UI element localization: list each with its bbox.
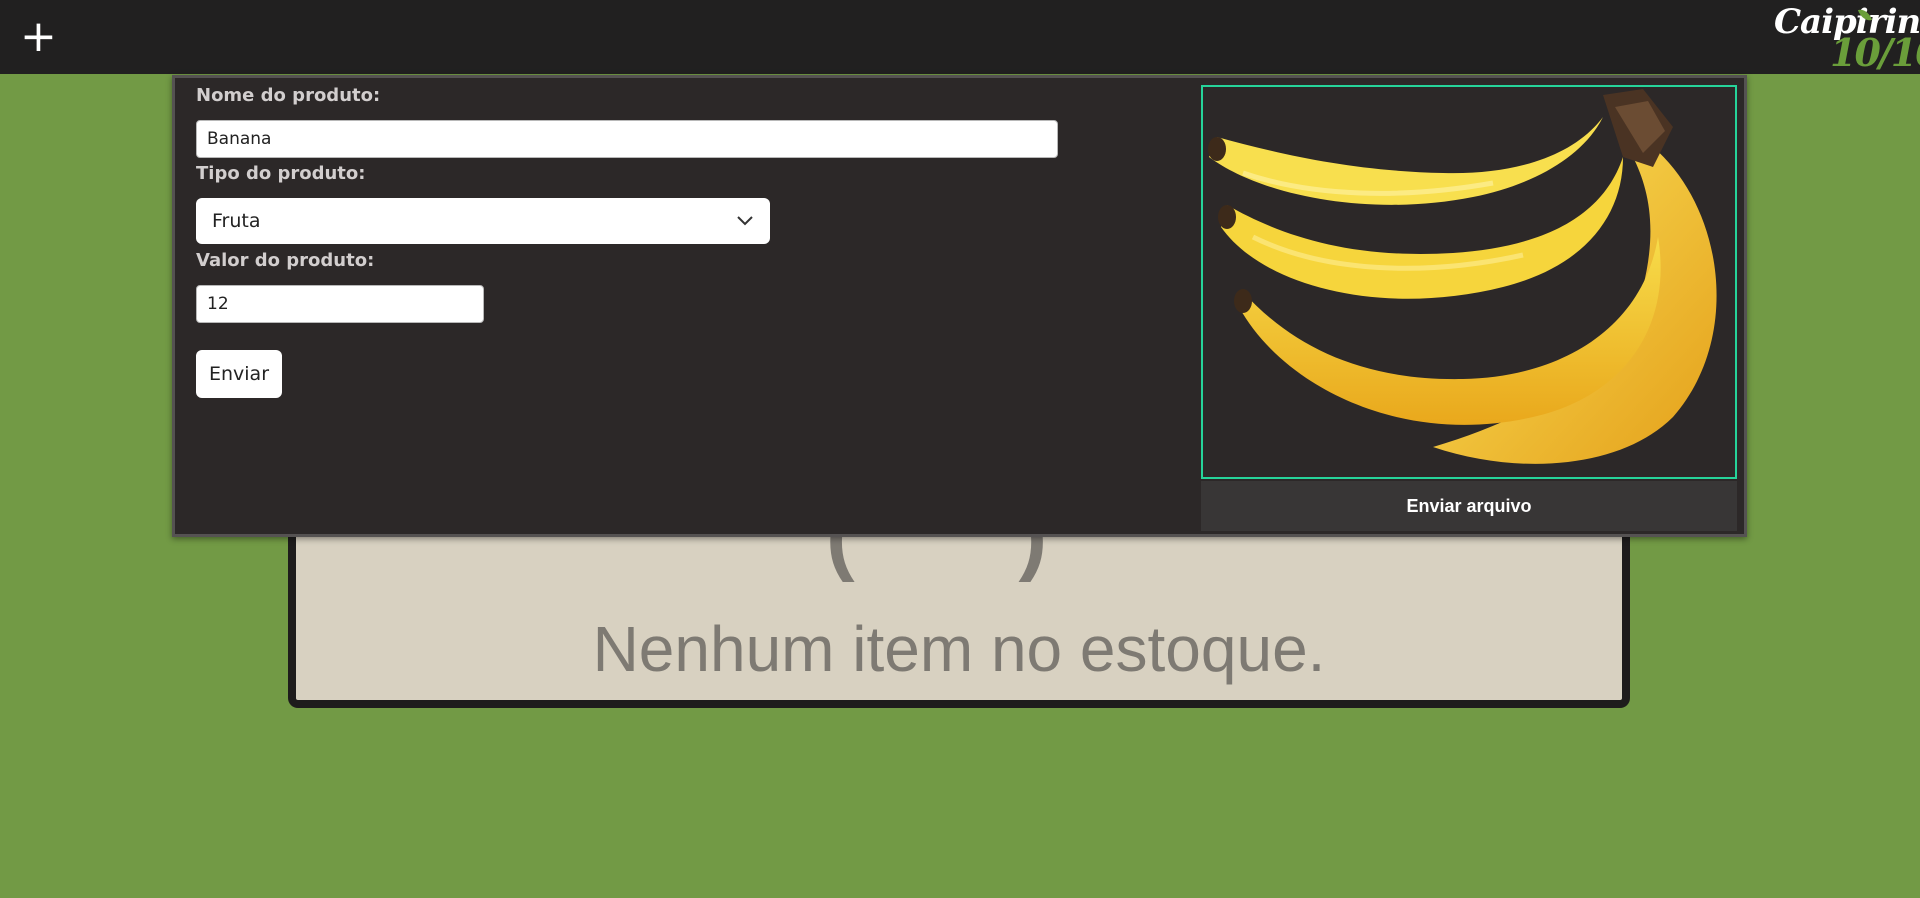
banana-illustration	[1208, 89, 1717, 464]
top-bar: + Caipirinha 10/10	[0, 0, 1920, 75]
brand-logo: Caipirinha 10/10	[1768, 0, 1920, 75]
add-product-panel: Nome do produto: Banana Tipo do produto:…	[172, 75, 1747, 537]
empty-stock-card: ( ) Nenhum item no estoque.	[288, 520, 1630, 708]
product-type-label: Tipo do produto:	[196, 163, 366, 184]
plus-icon[interactable]: +	[20, 15, 57, 59]
submit-button[interactable]: Enviar	[196, 350, 282, 398]
product-name-label: Nome do produto:	[196, 85, 381, 106]
logo-text-rating: 10/10	[1830, 30, 1920, 75]
product-price-value: 12	[207, 294, 229, 314]
product-type-selected: Fruta	[212, 210, 261, 232]
product-name-value: Banana	[207, 129, 272, 149]
product-name-input[interactable]: Banana	[196, 120, 1058, 158]
product-price-label: Valor do produto:	[196, 250, 375, 271]
product-type-select[interactable]: Fruta	[196, 198, 770, 244]
upload-file-button[interactable]: Enviar arquivo	[1201, 481, 1737, 531]
chevron-down-icon	[737, 216, 753, 226]
product-price-input[interactable]: 12	[196, 285, 484, 323]
banana-bunch-image	[1201, 85, 1737, 479]
empty-stock-message: Nenhum item no estoque.	[592, 613, 1326, 685]
